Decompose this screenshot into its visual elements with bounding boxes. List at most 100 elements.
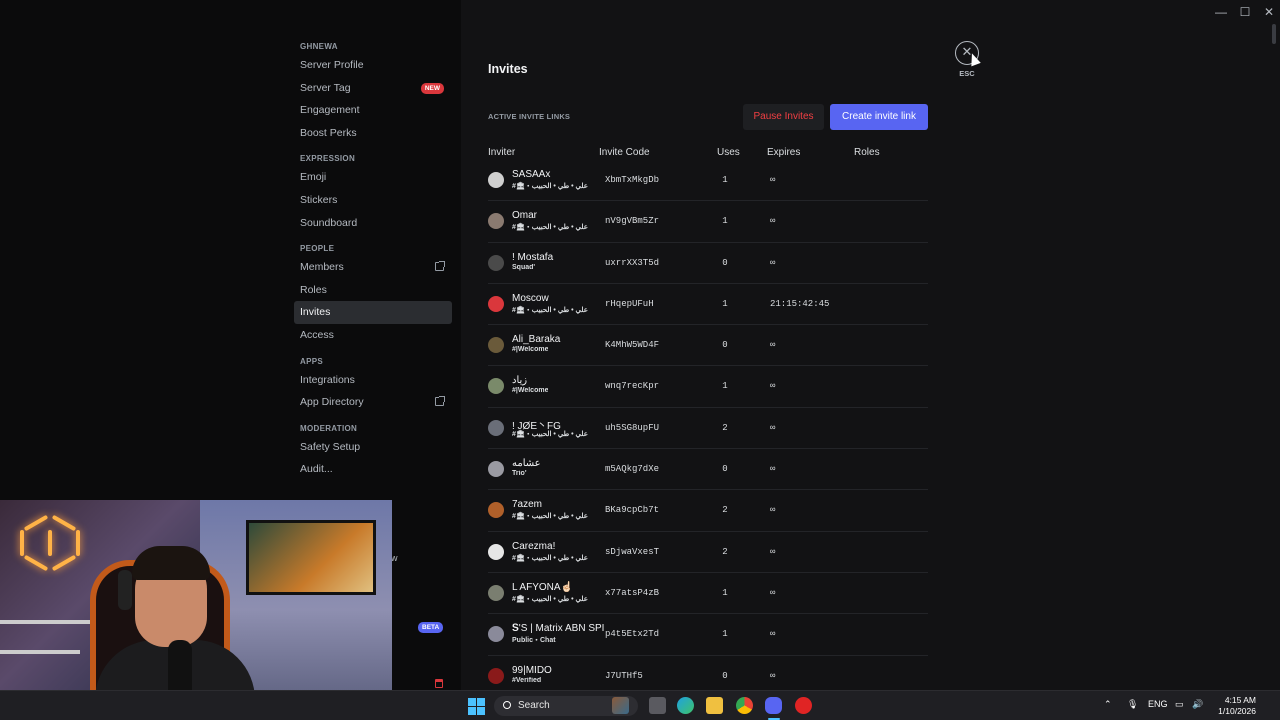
webcam-light-bar	[48, 530, 52, 556]
invite-row[interactable]: Ali_Baraka #|Welcome K4MhW5WD4F 0 ∞	[488, 325, 928, 367]
start-button[interactable]	[468, 698, 485, 715]
invite-uses: 2	[722, 546, 728, 557]
webcam-overlay	[0, 500, 392, 720]
invite-expires: ∞	[770, 670, 776, 681]
file-explorer-icon[interactable]	[706, 697, 723, 714]
invite-row[interactable]: 7azem #🏛・علي • طي • الحبيب BKa9cpCb7t 2 ∞	[488, 490, 928, 532]
pause-invites-button[interactable]: Pause Invites	[743, 104, 824, 130]
invite-code: sDjwaVxesT	[605, 546, 660, 557]
avatar	[488, 337, 504, 354]
invite-uses: 2	[722, 422, 728, 433]
invite-expires: 21:15:42:45	[770, 298, 830, 309]
widgets-icon[interactable]	[612, 697, 629, 714]
invite-row[interactable]: 𝐒'S | Matrix ABN SPI Public・Chat p4t5Etx2T…	[488, 614, 928, 656]
sidebar-item-integrations[interactable]: Integrations	[294, 369, 452, 392]
invite-channel: #🏛・علي • طي • الحبيب	[512, 554, 588, 562]
invite-row[interactable]: SASAAx #🏛・علي • طي • الحبيب XbmTxMkgDb 1 ∞	[488, 160, 928, 202]
invite-row[interactable]: ! Mostafa Squad' uxrrXX3T5d 0 ∞	[488, 243, 928, 284]
section-header-people: PEOPLE	[300, 244, 335, 254]
sidebar-item-label: Invites	[300, 306, 331, 319]
invite-row[interactable]: Omar #🏛・علي • طي • الحبيب nV9gVBm5Zr 1 ∞	[488, 201, 928, 243]
invite-expires: ∞	[770, 629, 776, 640]
avatar	[488, 667, 504, 684]
new-badge: NEW	[420, 82, 444, 94]
app-red-icon[interactable]	[795, 697, 812, 714]
sidebar-item-label: Engagement	[300, 104, 360, 117]
column-header-roles: Roles	[854, 147, 880, 158]
clock-time: 4:15 AM	[1224, 695, 1256, 705]
sidebar-item-label: Audit...	[300, 463, 333, 476]
webcam-shelf	[0, 650, 80, 654]
sidebar-item-server-profile[interactable]: Server Profile	[294, 54, 452, 77]
minimize-button[interactable]: —	[1209, 4, 1233, 20]
invite-expires: ∞	[770, 422, 776, 433]
invite-expires: ∞	[770, 175, 776, 185]
invite-uses: 1	[722, 629, 728, 640]
webcam-headphones	[118, 570, 132, 610]
sidebar-item-access[interactable]: Access	[294, 324, 452, 347]
section-header-apps: APPS	[300, 356, 323, 366]
invite-row[interactable]: ! JØE丶FG #🏛・علي • طي • الحبيب uh5SG8upFU 2 ∞	[488, 408, 928, 450]
sidebar-item-audit-log[interactable]: Audit...	[294, 458, 452, 481]
close-window-button[interactable]: ✕	[1257, 4, 1280, 20]
avatar	[488, 502, 504, 519]
invite-expires: ∞	[770, 505, 776, 516]
invite-channel: #🏛・علي • طي • الحبيب	[512, 224, 588, 232]
column-header-invite-code: Invite Code	[599, 147, 650, 158]
invite-row[interactable]: Moscow #🏛・علي • طي • الحبيب rHqepUFuH 1 21:1…	[488, 284, 928, 326]
tray-chevron-up-icon[interactable]: ⌃	[1104, 699, 1112, 710]
microphone-icon[interactable]: 🎙	[1127, 699, 1138, 710]
sidebar-item-app-directory[interactable]: App Directory	[294, 391, 452, 414]
webcam-light-bar	[23, 514, 49, 532]
invite-row[interactable]: L AFYONA☝🏻 #🏛・علي • طي • الحبيب x77atsP4zB…	[488, 573, 928, 615]
invite-code: x77atsP4zB	[605, 587, 660, 598]
taskbar-clock[interactable]: 4:15 AM 1/10/2026	[1210, 695, 1256, 717]
sidebar-item-members[interactable]: Members	[294, 256, 452, 279]
discord-icon[interactable]	[765, 697, 782, 714]
inviter-name: L AFYONA☝🏻	[512, 581, 573, 593]
invite-code: nV9gVBm5Zr	[605, 216, 660, 227]
invite-uses: 1	[722, 216, 728, 227]
invite-code: uh5SG8upFU	[605, 422, 660, 433]
webcam-light-bar	[76, 530, 80, 556]
sidebar-item-label: Integrations	[300, 373, 355, 386]
sidebar-item-server-tag[interactable]: Server Tag NEW	[294, 77, 452, 100]
chrome-icon[interactable]	[736, 697, 753, 714]
task-view-icon[interactable]	[649, 697, 666, 714]
sidebar-item-label: Boost Perks	[300, 126, 357, 139]
scrollbar-thumb[interactable]	[1272, 24, 1276, 44]
sidebar-item-safety-setup[interactable]: Safety Setup	[294, 436, 452, 459]
network-icon[interactable]: ▭	[1175, 699, 1184, 710]
edge-icon[interactable]	[677, 697, 694, 714]
invite-row[interactable]: زياد #|Welcome wnq7recKpr 1 ∞	[488, 366, 928, 408]
trash-icon[interactable]	[435, 679, 443, 688]
section-header-expression: EXPRESSION	[300, 154, 356, 164]
sidebar-item-roles[interactable]: Roles	[294, 279, 452, 302]
invite-code: rHqepUFuH	[605, 298, 654, 309]
webcam-shelf	[0, 620, 90, 624]
language-indicator[interactable]: ENG	[1148, 699, 1168, 709]
sidebar-item-invites[interactable]: Invites	[294, 301, 452, 324]
external-link-icon	[435, 261, 445, 272]
webcam-light-bar	[51, 514, 77, 532]
sidebar-item-label: Safety Setup	[300, 440, 361, 453]
sidebar-item-soundboard[interactable]: Soundboard	[294, 212, 452, 235]
sidebar-item-stickers[interactable]: Stickers	[294, 189, 452, 212]
inviter-name: Moscow	[512, 292, 549, 304]
invite-row[interactable]: Carezma! #🏛・علي • طي • الحبيب sDjwaVxesT 2 ∞	[488, 532, 928, 573]
section-header-server: GHNEWA	[300, 42, 338, 51]
invite-row[interactable]: عشامه Trio' m5AQkg7dXe 0 ∞	[488, 449, 928, 491]
windows-logo-icon	[468, 707, 476, 715]
sidebar-item-label: Server Tag	[300, 81, 351, 94]
invite-list: SASAAx #🏛・علي • طي • الحبيب XbmTxMkgDb 1 ∞ Om…	[488, 160, 928, 697]
sidebar-item-emoji[interactable]: Emoji	[294, 166, 452, 189]
sidebar-item-engagement[interactable]: Engagement	[294, 99, 452, 122]
sidebar-item-label: Emoji	[300, 171, 327, 184]
maximize-button[interactable]: ☐	[1233, 4, 1257, 20]
invite-uses: 1	[722, 381, 728, 392]
column-header-expires: Expires	[767, 147, 801, 158]
volume-icon[interactable]: 🔊	[1192, 699, 1203, 710]
webcam-light-bar	[23, 554, 49, 572]
create-invite-link-button[interactable]: Create invite link	[830, 104, 928, 130]
sidebar-item-boost-perks[interactable]: Boost Perks	[294, 122, 452, 145]
